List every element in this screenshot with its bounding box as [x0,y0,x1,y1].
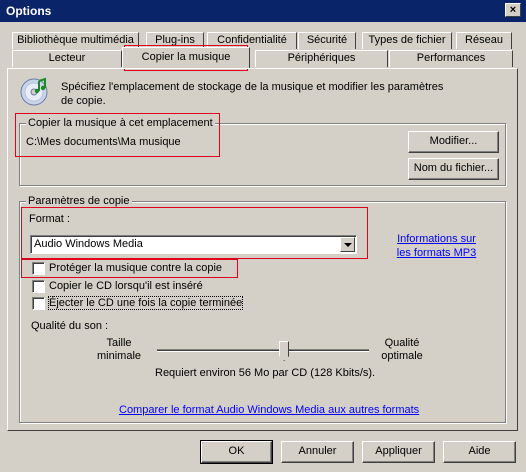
tab-lecteur[interactable]: Lecteur [12,50,122,67]
header-description: Spécifiez l'emplacement de stockage de l… [61,81,444,107]
protect-copy-label: Protéger la musique contre la copie [49,262,223,274]
title-bar: Options × [0,0,526,22]
modify-button[interactable]: Modifier... [408,131,499,153]
quality-info: Requiert environ 56 Mo par CD (128 Kbits… [155,367,376,379]
eject-cd-label: Éjecter le CD une fois la copie terminée [47,296,244,310]
auto-copy-label: Copier le CD lorsqu'il est inséré [49,280,203,292]
ok-button[interactable]: OK [200,440,273,464]
protect-copy-checkbox[interactable] [32,262,45,275]
close-icon[interactable]: × [505,3,521,17]
auto-copy-checkbox[interactable] [32,280,45,293]
help-button[interactable]: Aide [443,441,516,463]
location-path: C:\Mes documents\Ma musique [26,136,181,148]
cancel-button[interactable]: Annuler [281,441,354,463]
settings-group-label: Paramètres de copie [26,195,132,207]
tab-reseau[interactable]: Réseau [456,32,512,49]
cd-music-icon [19,77,49,107]
tab-peripheriques[interactable]: Périphériques [255,50,388,67]
mp3-info-link[interactable]: Informations sur les formats MP3 [389,232,484,260]
compare-formats-link[interactable]: Comparer le format Audio Windows Media a… [119,404,419,416]
format-select[interactable]: Audio Windows Media [30,235,357,254]
chevron-down-icon[interactable] [340,237,355,252]
filename-button[interactable]: Nom du fichier... [408,158,499,180]
tab-types-fichier[interactable]: Types de fichier [362,32,452,49]
eject-cd-checkbox[interactable] [32,297,45,310]
quality-slider-track[interactable] [157,349,369,352]
apply-button[interactable]: Appliquer [362,441,435,463]
tab-bibliotheque[interactable]: Bibliothèque multimédia [12,32,139,49]
format-select-value: Audio Windows Media [34,238,143,250]
tab-securite[interactable]: Sécurité [298,32,356,49]
tab-performances[interactable]: Performances [389,50,513,67]
quality-max-label: Qualité optimale [381,337,423,362]
location-group-label: Copier la musique à cet emplacement [26,117,215,129]
quality-label: Qualité du son : [31,320,109,332]
window-title: Options [6,4,52,18]
tab-copier-musique[interactable]: Copier la musique [122,47,250,68]
format-label: Format : [29,213,70,225]
quality-min-label: Taille minimale [97,337,142,362]
